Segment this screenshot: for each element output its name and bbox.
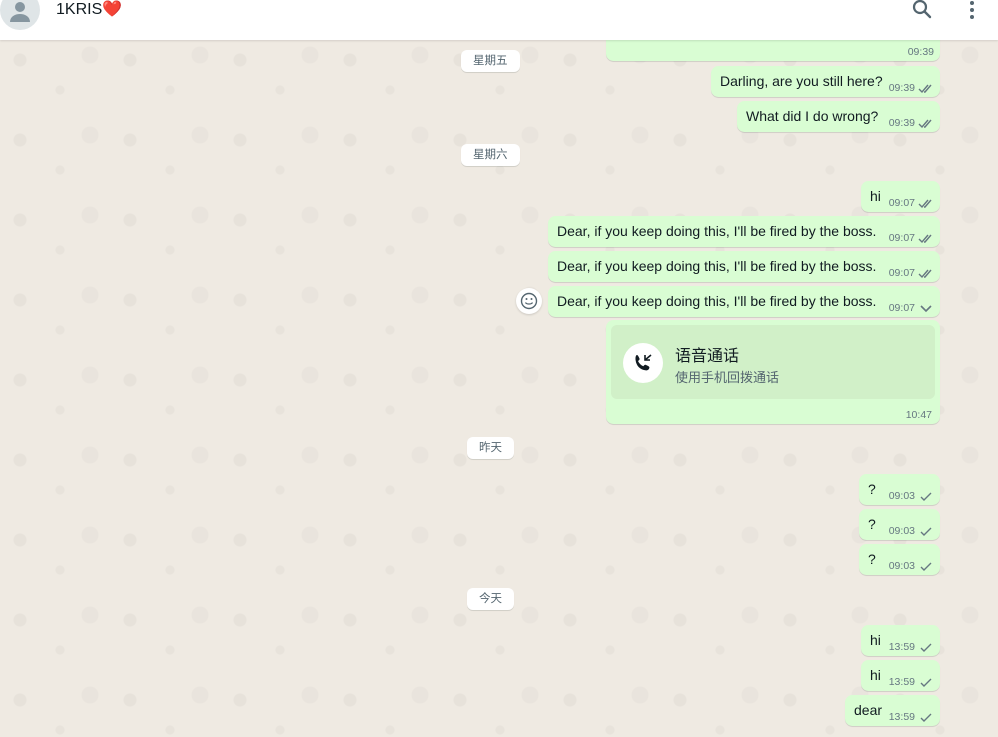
single-check-icon — [920, 713, 932, 722]
message-text: ? — [868, 481, 876, 497]
double-check-icon — [918, 269, 932, 278]
double-check-icon — [918, 199, 932, 208]
single-check-icon — [920, 562, 932, 571]
message-time: 13:59 — [888, 676, 915, 688]
message-text: dear — [854, 702, 883, 718]
person-avatar-icon — [10, 2, 30, 22]
search-button[interactable] — [910, 0, 934, 20]
date-chip: 昨天 — [467, 437, 514, 459]
message-text: Dear, if you keep doing this, I'll be fi… — [557, 258, 877, 274]
message-bubble[interactable]: Darling, are you still here? 09:39 — [711, 66, 940, 97]
message-meta: 09:07 — [889, 197, 934, 209]
double-check-icon — [918, 119, 932, 128]
message-bubble[interactable]: Dear, if you keep doing this, I'll be fi… — [548, 286, 940, 317]
search-icon — [912, 0, 932, 19]
voice-call-title: 语音通话 — [675, 348, 740, 365]
message-text: ? — [868, 516, 876, 532]
contact-name[interactable]: 1KRIS❤️ — [56, 0, 122, 20]
date-chip: 星期五 — [461, 50, 520, 72]
message-time: 09:07 — [888, 302, 915, 314]
message-bubble[interactable]: Dear, if you keep doing this, I'll be fi… — [548, 251, 940, 282]
menu-button[interactable] — [960, 0, 984, 20]
message-bubble[interactable]: ? 09:03 — [859, 509, 940, 540]
message-text: hi — [870, 188, 881, 204]
double-check-icon — [918, 84, 932, 93]
message-meta: 09:07 — [889, 232, 934, 244]
voice-call-message[interactable]: 语音通话 使用手机回拨通话 10:47 — [606, 320, 940, 424]
heart-emoji: ❤️ — [102, 1, 123, 18]
message-text: What did I do wrong? — [746, 108, 879, 124]
message-bubble[interactable]: hi 13:59 — [861, 660, 940, 691]
message-bubble[interactable]: Dear, if you keep doing this, I'll be fi… — [548, 216, 940, 247]
single-check-icon — [920, 527, 932, 536]
message-bubble[interactable]: hi 13:59 — [861, 625, 940, 656]
message-meta: 09:39 — [889, 117, 934, 129]
message-meta: 09:03 — [889, 490, 934, 502]
phone-callback-icon — [635, 354, 652, 371]
contact-name-text: 1KRIS — [56, 1, 103, 18]
message-time: 10:47 — [905, 409, 932, 421]
contact-avatar[interactable] — [0, 0, 40, 30]
chevron-down-icon[interactable] — [918, 303, 934, 314]
message-meta: 09:39 — [908, 46, 934, 58]
message-time: 13:59 — [888, 711, 915, 723]
message-time: 09:07 — [888, 267, 915, 279]
message-time: 09:07 — [888, 232, 915, 244]
message-text: Dear, if you keep doing this, I'll be fi… — [557, 223, 877, 239]
message-time: 13:59 — [888, 641, 915, 653]
message-text: ? — [868, 551, 876, 567]
message-bubble[interactable]: hi 09:07 — [861, 181, 940, 212]
message-meta: 09:03 — [889, 525, 934, 537]
message-bubble[interactable]: dear 13:59 — [845, 695, 940, 726]
date-chip: 星期六 — [461, 144, 520, 166]
chat-panel[interactable]: 09:39 星期五 Darling, are you still here? 0… — [0, 40, 998, 737]
message-meta: 13:59 — [889, 711, 934, 723]
message-time: 09:39 — [888, 82, 915, 94]
double-check-icon — [918, 234, 932, 243]
voice-call-subtitle: 使用手机回拨通话 — [675, 370, 780, 385]
voice-call-card[interactable]: 语音通话 使用手机回拨通话 — [611, 325, 935, 399]
message-bubble[interactable]: What did I do wrong? 09:39 — [737, 101, 940, 132]
single-check-icon — [920, 678, 932, 687]
message-time: 09:39 — [907, 46, 934, 58]
message-text: hi — [870, 667, 881, 683]
react-emoji-button[interactable] — [516, 288, 542, 314]
message-bubble[interactable]: ? 09:03 — [859, 544, 940, 575]
chat-header: 1KRIS❤️ — [0, 0, 998, 40]
message-text: hi — [870, 632, 881, 648]
call-icon-circle — [623, 343, 663, 383]
message-time: 09:03 — [888, 525, 915, 537]
message-time: 09:03 — [888, 560, 915, 572]
single-check-icon — [920, 643, 932, 652]
message-text: Dear, if you keep doing this, I'll be fi… — [557, 293, 877, 309]
message-bubble[interactable]: 09:39 — [606, 40, 940, 61]
message-meta: 13:59 — [889, 676, 934, 688]
more-vertical-icon — [970, 1, 974, 19]
smiley-icon — [520, 292, 538, 310]
message-meta: 09:07 — [889, 267, 934, 279]
message-meta: 09:39 — [889, 82, 934, 94]
message-time: 09:03 — [888, 490, 915, 502]
single-check-icon — [920, 492, 932, 501]
message-time: 09:39 — [888, 117, 915, 129]
message-meta: 09:03 — [889, 560, 934, 572]
message-meta: 13:59 — [889, 641, 934, 653]
message-text: Darling, are you still here? — [720, 73, 883, 89]
message-meta: 09:07 — [889, 302, 934, 314]
message-time: 09:07 — [888, 197, 915, 209]
message-bubble[interactable]: ? 09:03 — [859, 474, 940, 505]
date-chip: 今天 — [467, 588, 514, 610]
